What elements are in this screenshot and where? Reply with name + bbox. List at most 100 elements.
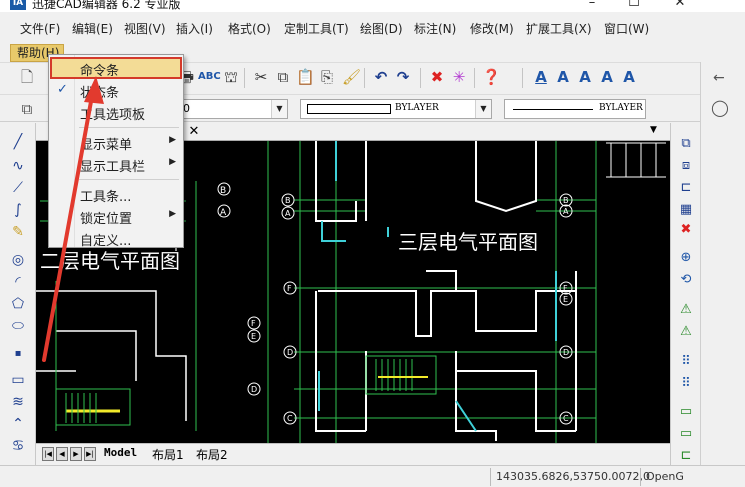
trim-icon[interactable]: ⠿ [677, 353, 695, 371]
menu-file[interactable]: 文件(F) [20, 20, 60, 37]
submenu-arrow-icon: ▶ [169, 135, 176, 145]
text-scale-icon[interactable]: A [620, 68, 638, 86]
break-icon[interactable]: ▭ [677, 403, 695, 421]
paste-special-icon[interactable]: ⎘ [318, 68, 336, 86]
copy-icon[interactable]: ⧉ [274, 68, 292, 86]
menu-item-show-toolbars[interactable]: 显示工具栏 ▶ [50, 153, 182, 175]
new-file-icon[interactable]: 🗋 [18, 68, 36, 86]
last-layout-button[interactable]: ▶| [84, 447, 96, 461]
ellipse-icon[interactable]: ⬭ [9, 317, 27, 335]
array-icon[interactable]: ▦ [677, 201, 695, 219]
rectangle-icon[interactable]: ▭ [9, 371, 27, 389]
tab-layout2[interactable]: 布局2 [196, 446, 228, 463]
text-style-icon[interactable]: A [532, 68, 550, 86]
cad-app-window: IA 迅捷CAD编辑器 6.2 专业版 – ☐ ✕ 文件(F) 编辑(E) 视图… [0, 0, 745, 487]
redo-icon[interactable]: ↷ [394, 68, 412, 86]
menu-item-status-bar[interactable]: ✓ 状态条 [50, 79, 182, 101]
layer-combo[interactable]: 0 ▼ [178, 99, 288, 119]
menu-item-label: 工具选项板 [80, 108, 146, 123]
layer-value: 0 [183, 102, 190, 115]
menu-modify[interactable]: 修改(M) [470, 20, 514, 37]
match-properties-icon[interactable]: 🖌 [342, 68, 361, 86]
linetype-combo[interactable]: BYLAYER ▼ [300, 99, 492, 119]
close-button[interactable]: ✕ [660, 0, 700, 10]
status-bar: 143035.6826,53750.0072,0 OpenG [0, 465, 745, 487]
menu-item-label: 工具条... [80, 190, 132, 205]
join-icon[interactable]: ▭ [677, 425, 695, 443]
axis-label-b-main: B [285, 196, 291, 205]
menu-item-customize[interactable]: 自定义... [50, 227, 182, 249]
document-close-icon[interactable]: ✕ [184, 124, 204, 140]
submenu-arrow-icon: ▶ [169, 209, 176, 219]
axis-label-e-left: E [251, 332, 256, 341]
menu-format[interactable]: 格式(O) [228, 20, 271, 37]
arrow-left-icon[interactable]: ← [713, 70, 725, 86]
lineweight-combo[interactable]: BYLAYER [504, 99, 646, 119]
axis-label-a-right: A [563, 207, 569, 216]
chevron-down-icon[interactable]: ▼ [475, 100, 491, 118]
menu-item-command-bar[interactable]: 命令条 [50, 57, 182, 79]
undo-icon[interactable]: ↶ [372, 68, 390, 86]
menu-item-tool-palette[interactable]: 工具选项板 [50, 101, 182, 123]
layer-manager-icon[interactable]: ⧉ [18, 100, 36, 118]
menu-item-lock-position[interactable]: 锁定位置 ▶ [50, 205, 182, 227]
revision-cloud-icon[interactable]: ⌃ [9, 415, 27, 433]
menu-edit[interactable]: 编辑(E) [72, 20, 113, 37]
axis-label-d-main: D [287, 348, 293, 357]
point-icon[interactable]: ▪ [9, 345, 27, 363]
multiline-text-icon[interactable]: A [554, 68, 572, 86]
mirror-icon[interactable]: ⧈ [677, 157, 695, 175]
hatch-icon[interactable]: ≋ [9, 393, 27, 411]
menu-item-toolbars[interactable]: 工具条... [50, 183, 182, 205]
menu-item-show-menu[interactable]: 显示菜单 ▶ [50, 131, 182, 153]
arc-icon[interactable]: ◜ [9, 273, 27, 291]
polyline-icon[interactable]: ∿ [9, 157, 27, 175]
menu-view[interactable]: 视图(V) [124, 20, 166, 37]
window-title: 迅捷CAD编辑器 6.2 专业版 [32, 0, 181, 11]
help-icon[interactable]: ❓ [482, 68, 501, 86]
tab-layout1[interactable]: 布局1 [152, 446, 184, 463]
scale-icon[interactable]: ⚠ [677, 301, 695, 319]
prev-layout-button[interactable]: ◀ [56, 447, 68, 461]
orbit-icon[interactable]: ◯ [711, 98, 729, 117]
cut-icon[interactable]: ✂ [252, 68, 270, 86]
line-icon[interactable]: ╱ [9, 133, 27, 151]
delete-icon[interactable]: ✖ [428, 68, 446, 86]
menu-dimension[interactable]: 标注(N) [414, 20, 456, 37]
text-edit-icon[interactable]: A [576, 68, 594, 86]
stretch-icon[interactable]: ⚠ [677, 323, 695, 341]
circle-icon[interactable]: ◎ [9, 251, 27, 269]
tab-model[interactable]: Model [104, 446, 137, 459]
first-layout-button[interactable]: |◀ [42, 447, 54, 461]
paste-icon[interactable]: 📋 [296, 68, 315, 86]
maximize-button[interactable]: ☐ [614, 0, 654, 10]
extend-icon[interactable]: ⠿ [677, 375, 695, 393]
menu-custom-tools[interactable]: 定制工具(T) [284, 20, 349, 37]
spline-icon[interactable]: ∫ [9, 201, 27, 219]
menu-draw[interactable]: 绘图(D) [360, 20, 403, 37]
text-find-icon[interactable]: A [598, 68, 616, 86]
sketch-icon[interactable]: ✎ [9, 223, 27, 241]
menu-insert[interactable]: 插入(I) [176, 20, 213, 37]
offset-icon[interactable]: ⊏ [677, 179, 695, 197]
chamfer-icon[interactable]: ⊏ [677, 447, 695, 465]
rotate-icon[interactable]: ⟲ [677, 271, 695, 289]
draw-toolbar: ╱ ∿ ⟋ ∫ ✎ ◎ ◜ ⬠ ⬭ ▪ ▭ ≋ ⌃ ♋ [0, 123, 36, 465]
find-icon[interactable]: ⛫ [222, 68, 240, 86]
chevron-down-icon[interactable]: ▼ [271, 100, 287, 118]
polygon-icon[interactable]: ⬠ [9, 295, 27, 313]
menu-extensions[interactable]: 扩展工具(X) [526, 20, 592, 37]
minimize-button[interactable]: – [572, 0, 612, 10]
gradient-icon[interactable]: ♋ [9, 437, 27, 455]
next-layout-button[interactable]: ▶ [70, 447, 82, 461]
move-icon[interactable]: ⊕ [677, 249, 695, 267]
color-swatch [307, 104, 391, 114]
copy-object-icon[interactable]: ⧉ [677, 135, 695, 153]
menu-window[interactable]: 窗口(W) [604, 20, 649, 37]
construction-line-icon[interactable]: ⟋ [9, 179, 27, 197]
explode-icon[interactable]: ✳ [450, 68, 468, 86]
tab-list-arrow-icon[interactable]: ▼ [650, 125, 657, 135]
axis-label-d-left: D [251, 385, 257, 394]
erase-icon[interactable]: ✖ [677, 221, 695, 239]
spell-check-icon[interactable]: ABC [198, 68, 221, 86]
